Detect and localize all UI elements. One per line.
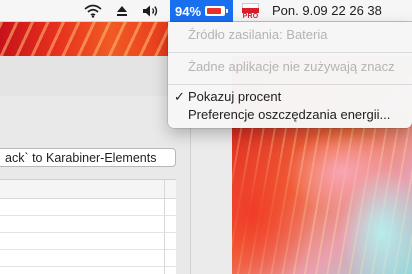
menu-item-no-apps: Żadne aplikacje nie zużywają znacz: [188, 59, 395, 74]
menu-item-label: Pokazuj procent: [188, 89, 282, 104]
battery-terminal: [226, 9, 229, 13]
desktop-wallpaper-left: [0, 22, 170, 56]
menu-bar-clock[interactable]: Pon. 9.09 22 26 38: [272, 0, 382, 22]
menu-separator: [168, 84, 412, 85]
battery-dropdown-menu: Źródło zasilania: Bateria Żadne aplikacj…: [168, 22, 412, 128]
battery-status-menu[interactable]: 94%: [170, 0, 233, 22]
table-row[interactable]: [0, 267, 176, 274]
karabiner-action-button[interactable]: ack` to Karabiner-Elements: [0, 148, 176, 167]
table-row[interactable]: [0, 216, 176, 233]
menu-item-power-source: Źródło zasilania: Bateria: [188, 27, 328, 42]
screen: ack` to Karabiner-Elements 94% PRO Pon. …: [0, 0, 412, 274]
wifi-icon[interactable]: [82, 0, 104, 22]
table-row[interactable]: [0, 233, 176, 250]
battery-percent: 94%: [175, 3, 202, 19]
table-header: [0, 180, 176, 274]
menu-separator: [168, 52, 412, 53]
eject-icon[interactable]: [113, 0, 131, 22]
menu-item-show-percent[interactable]: ✓ Pokazuj procent: [168, 88, 412, 106]
menu-bar: 94% PRO Pon. 9.09 22 26 38: [0, 0, 412, 22]
battery-icon: [205, 6, 226, 16]
volume-icon[interactable]: [140, 0, 162, 22]
input-source-flag-icon[interactable]: PRO: [242, 3, 259, 20]
table-row[interactable]: [0, 199, 176, 216]
checkmark-icon: ✓: [174, 89, 185, 104]
menu-item-energy-preferences[interactable]: Preferencje oszczędzania energii...: [168, 106, 412, 124]
flag-label: PRO: [242, 13, 259, 20]
table-row[interactable]: [0, 250, 176, 267]
data-table: [0, 179, 176, 274]
desktop-wallpaper-right: [232, 112, 412, 274]
